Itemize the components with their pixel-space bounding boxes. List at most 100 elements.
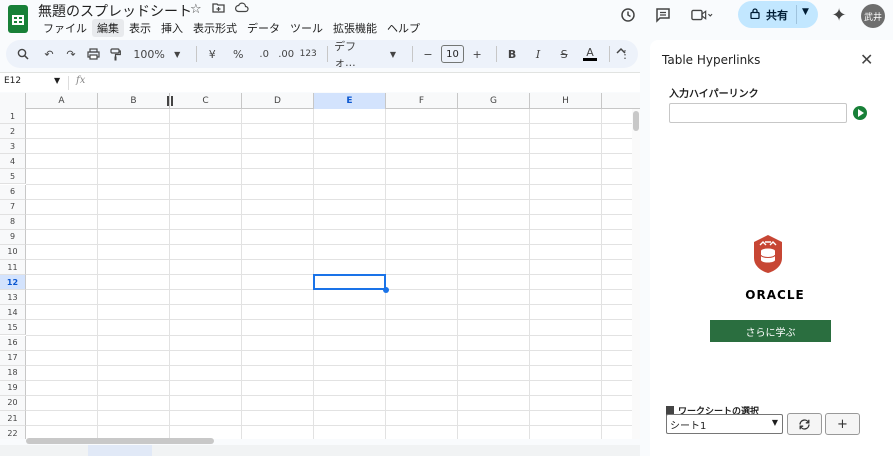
font-dropdown-icon[interactable]: ▼ bbox=[384, 44, 402, 64]
fill-handle[interactable] bbox=[383, 287, 389, 294]
column-header[interactable]: A bbox=[26, 93, 98, 109]
scrollbar-thumb[interactable] bbox=[633, 111, 639, 131]
font-size-decrease-icon[interactable]: − bbox=[419, 44, 437, 64]
document-title[interactable]: 無題のスプレッドシート bbox=[38, 1, 192, 21]
move-folder-icon[interactable] bbox=[212, 2, 225, 17]
row-header[interactable]: 13 bbox=[0, 290, 26, 306]
row-header[interactable]: 5 bbox=[0, 169, 26, 185]
row-header[interactable]: 15 bbox=[0, 320, 26, 336]
column-resize-handle[interactable] bbox=[166, 96, 174, 106]
menu-item[interactable]: 編集 bbox=[92, 19, 124, 37]
row-header[interactable]: 21 bbox=[0, 411, 26, 427]
comment-icon[interactable] bbox=[652, 4, 674, 26]
menu-item[interactable]: 表示形式 bbox=[188, 19, 242, 37]
increase-decimal-button[interactable]: .00 bbox=[277, 44, 295, 64]
sheets-logo-icon[interactable] bbox=[8, 5, 28, 33]
row-header[interactable]: 8 bbox=[0, 214, 26, 230]
row-header[interactable]: 9 bbox=[0, 229, 26, 245]
font-size-input[interactable]: 10 bbox=[440, 45, 465, 63]
grid-line bbox=[26, 394, 632, 396]
column-header[interactable]: C bbox=[170, 93, 242, 109]
grid-line bbox=[26, 138, 632, 140]
row-header[interactable]: 12 bbox=[0, 275, 26, 291]
row-header[interactable]: 1 bbox=[0, 109, 26, 125]
text-color-swatch bbox=[583, 57, 598, 61]
redo-icon[interactable]: ↷ bbox=[62, 44, 80, 64]
sheet-tab[interactable] bbox=[88, 445, 152, 456]
spreadsheet-grid[interactable]: ABCDEFGH 1 2 3 4 5 6 7 8 9 10 11 12 13 14 15 16 17 18 19 20… bbox=[0, 93, 640, 439]
bold-button[interactable]: B bbox=[503, 44, 521, 64]
share-button[interactable]: 共有 ▼ bbox=[738, 1, 818, 28]
history-icon[interactable] bbox=[617, 4, 639, 26]
worksheet-select[interactable]: シート1 ▼ bbox=[666, 414, 783, 434]
add-sheet-button[interactable]: + bbox=[825, 413, 860, 435]
select-all-corner[interactable] bbox=[0, 93, 26, 109]
font-select[interactable]: デフォ... bbox=[334, 40, 376, 69]
paint-format-icon[interactable] bbox=[106, 44, 124, 64]
column-header[interactable]: F bbox=[386, 93, 458, 109]
column-header[interactable]: B bbox=[98, 93, 170, 109]
close-icon[interactable]: ✕ bbox=[860, 50, 873, 69]
column-header[interactable]: E bbox=[314, 93, 386, 109]
hyperlink-input[interactable] bbox=[669, 103, 847, 123]
selected-cell[interactable] bbox=[313, 274, 386, 291]
row-header[interactable]: 19 bbox=[0, 380, 26, 396]
horizontal-scrollbar[interactable] bbox=[26, 437, 632, 445]
oracle-database-logo-icon bbox=[754, 235, 782, 273]
menu-item[interactable]: ファイル bbox=[38, 19, 92, 37]
scrollbar-thumb[interactable] bbox=[26, 438, 214, 444]
font-size-increase-icon[interactable]: + bbox=[468, 44, 486, 64]
meet-video-icon[interactable] bbox=[691, 4, 713, 26]
row-header[interactable]: 7 bbox=[0, 199, 26, 215]
row-header[interactable]: 11 bbox=[0, 260, 26, 276]
currency-button[interactable]: ¥ bbox=[203, 44, 221, 64]
column-header[interactable]: D bbox=[242, 93, 314, 109]
row-header[interactable]: 14 bbox=[0, 305, 26, 321]
cloud-status-icon[interactable] bbox=[234, 2, 249, 17]
italic-button[interactable]: I bbox=[529, 44, 547, 64]
refresh-button[interactable] bbox=[787, 413, 822, 435]
strikethrough-button[interactable]: S bbox=[555, 44, 573, 64]
menu-item[interactable]: データ bbox=[242, 19, 285, 37]
undo-icon[interactable]: ↶ bbox=[40, 44, 58, 64]
row-header[interactable]: 3 bbox=[0, 139, 26, 155]
column-header[interactable]: G bbox=[458, 93, 530, 109]
percent-button[interactable]: % bbox=[229, 44, 247, 64]
zoom-select[interactable]: 100% bbox=[133, 44, 164, 64]
column-header[interactable]: H bbox=[530, 93, 602, 109]
row-header[interactable]: 16 bbox=[0, 335, 26, 351]
menu-item[interactable]: 表示 bbox=[124, 19, 156, 37]
grid-line bbox=[26, 379, 632, 381]
collapse-toolbar-icon[interactable] bbox=[616, 44, 626, 57]
vertical-scrollbar[interactable] bbox=[632, 109, 640, 439]
decrease-decimal-button[interactable]: .0 bbox=[255, 44, 273, 64]
learn-more-button[interactable]: さらに学ぶ bbox=[710, 320, 831, 342]
menu-item[interactable]: 拡張機能 bbox=[328, 19, 382, 37]
row-header[interactable]: 18 bbox=[0, 365, 26, 381]
play-submit-icon[interactable] bbox=[853, 106, 867, 120]
grid-line bbox=[26, 364, 632, 366]
share-dropdown-icon[interactable]: ▼ bbox=[802, 7, 809, 17]
zoom-dropdown-icon[interactable]: ▼ bbox=[168, 44, 186, 64]
menu-item[interactable]: ヘルプ bbox=[382, 19, 425, 37]
name-box[interactable]: E12 ▼ bbox=[4, 76, 64, 86]
number-format-button[interactable]: 123 bbox=[299, 44, 317, 64]
grid-line bbox=[26, 213, 632, 215]
row-header[interactable]: 4 bbox=[0, 154, 26, 170]
row-header[interactable]: 10 bbox=[0, 244, 26, 260]
text-color-button[interactable]: A bbox=[581, 44, 599, 64]
name-box-dropdown-icon[interactable]: ▼ bbox=[54, 76, 60, 85]
addon-side-panel: Table Hyperlinks ✕ 入力ハイパーリンク ORACLE さらに学… bbox=[650, 40, 893, 456]
row-header[interactable]: 2 bbox=[0, 124, 26, 140]
search-menus-icon[interactable] bbox=[14, 44, 32, 64]
print-icon[interactable] bbox=[84, 44, 102, 64]
gemini-sparkle-icon[interactable]: ✦ bbox=[828, 4, 850, 26]
star-icon[interactable]: ☆ bbox=[190, 2, 202, 17]
menu-item[interactable]: 挿入 bbox=[156, 19, 188, 37]
row-header[interactable]: 6 bbox=[0, 184, 26, 200]
avatar[interactable]: 武井 bbox=[861, 4, 885, 28]
row-header[interactable]: 22 bbox=[0, 426, 26, 439]
menu-item[interactable]: ツール bbox=[285, 19, 328, 37]
row-header[interactable]: 20 bbox=[0, 395, 26, 411]
row-header[interactable]: 17 bbox=[0, 350, 26, 366]
